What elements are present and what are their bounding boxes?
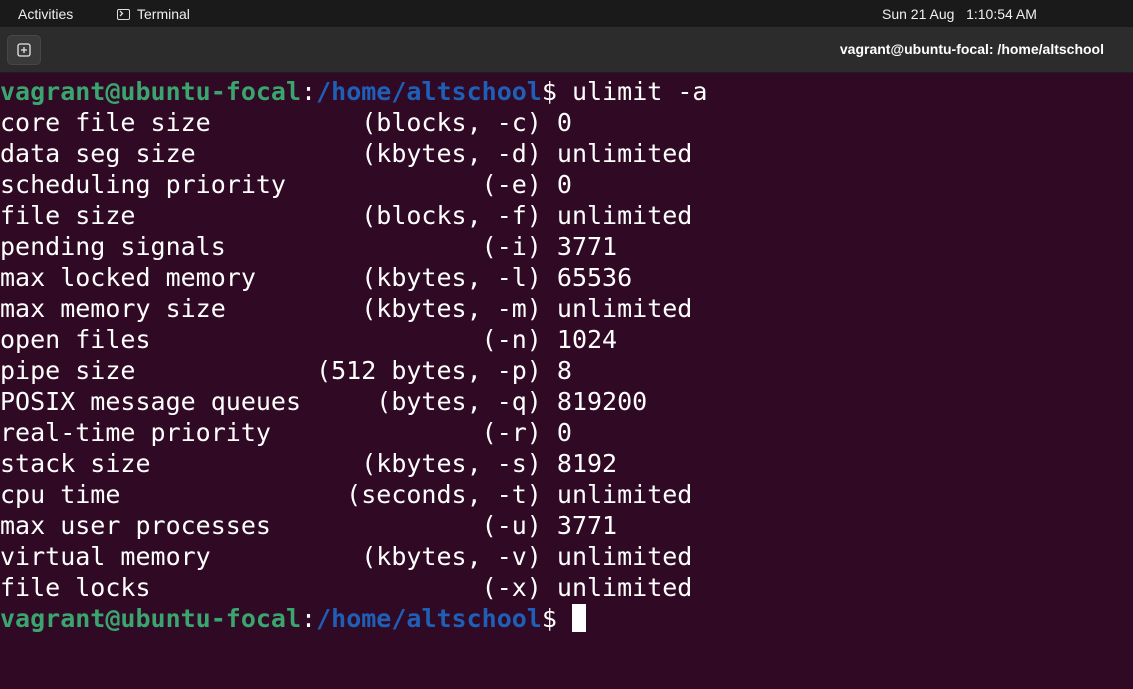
output-line: pending signals (-i) 3771: [0, 232, 618, 261]
prompt-path: /home/altschool: [316, 604, 542, 633]
activities-button[interactable]: Activities: [18, 6, 73, 22]
output-line: file size (blocks, -f) unlimited: [0, 201, 693, 230]
output-line: max locked memory (kbytes, -l) 65536: [0, 263, 633, 292]
app-menu-terminal[interactable]: Terminal: [117, 6, 190, 22]
output-line: file locks (-x) unlimited: [0, 573, 693, 602]
window-titlebar: vagrant@ubuntu-focal: /home/altschool: [0, 27, 1133, 73]
app-menu-label: Terminal: [137, 6, 190, 22]
output-line: max memory size (kbytes, -m) unlimited: [0, 294, 693, 323]
command-line: vagrant@ubuntu-focal:/home/altschool$ ul…: [0, 76, 1133, 107]
prompt-colon: :: [301, 77, 317, 106]
output-line: core file size (blocks, -c) 0: [0, 108, 572, 137]
prompt-user-host: vagrant@ubuntu-focal: [0, 77, 302, 106]
output-line: POSIX message queues (bytes, -q) 819200: [0, 387, 648, 416]
window-title: vagrant@ubuntu-focal: /home/altschool: [839, 41, 1104, 57]
terminal-icon: [117, 8, 130, 20]
output-line: max user processes (-u) 3771: [0, 511, 618, 540]
top-bar: Activities Terminal Sun 21 Aug 1:10:54 A…: [0, 0, 1133, 27]
terminal-output[interactable]: vagrant@ubuntu-focal:/home/altschool$ ul…: [0, 76, 1133, 689]
output-line: stack size (kbytes, -s) 8192: [0, 449, 618, 478]
new-tab-button[interactable]: [7, 35, 41, 65]
output-line: data seg size (kbytes, -d) unlimited: [0, 139, 693, 168]
command-text: ulimit -a: [571, 77, 708, 106]
output-line: virtual memory (kbytes, -v) unlimited: [0, 542, 693, 571]
output-line: open files (-n) 1024: [0, 325, 618, 354]
output-line: real-time priority (-r) 0: [0, 418, 572, 447]
prompt-user-host: vagrant@ubuntu-focal: [0, 604, 302, 633]
prompt-dollar: $: [541, 604, 572, 633]
clock[interactable]: Sun 21 Aug 1:10:54 AM: [882, 6, 1037, 22]
new-tab-icon: [17, 43, 31, 57]
output-line: cpu time (seconds, -t) unlimited: [0, 480, 693, 509]
output-line: pipe size (512 bytes, -p) 8: [0, 356, 572, 385]
active-prompt-line[interactable]: vagrant@ubuntu-focal:/home/altschool$: [0, 603, 1133, 634]
prompt-colon: :: [301, 604, 317, 633]
output-line: scheduling priority (-e) 0: [0, 170, 572, 199]
prompt-dollar: $: [541, 77, 572, 106]
text-cursor[interactable]: [571, 604, 586, 632]
prompt-path: /home/altschool: [316, 77, 542, 106]
